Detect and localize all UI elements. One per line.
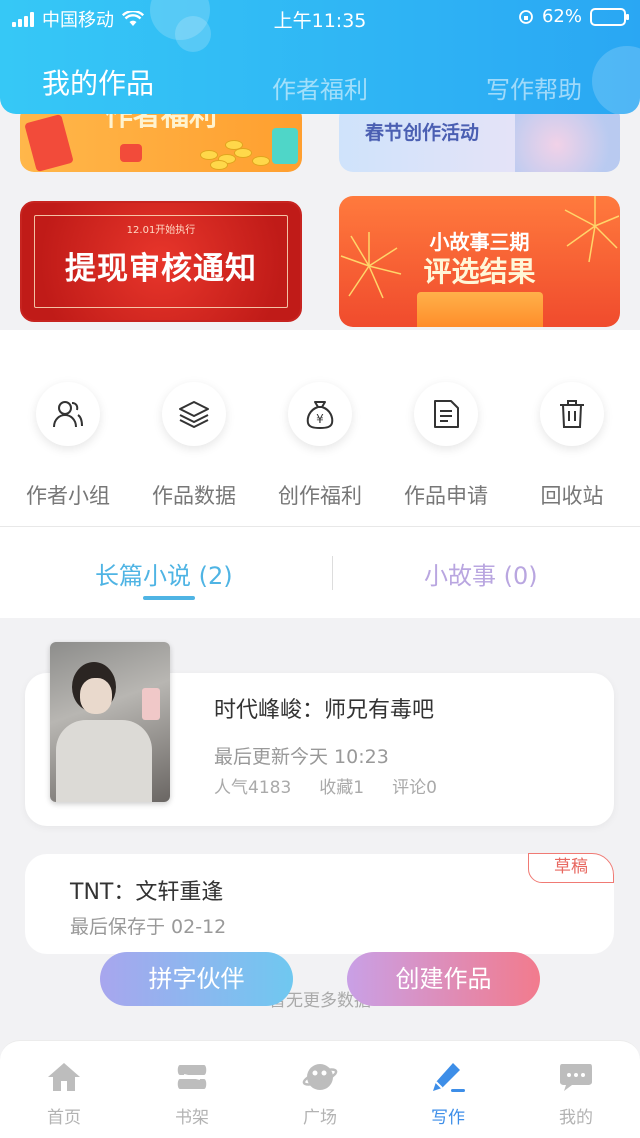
nav-write[interactable]: 写作 xyxy=(384,1057,512,1128)
trash-icon xyxy=(560,400,584,428)
battery-icon xyxy=(590,7,629,26)
group-icon xyxy=(53,401,83,428)
banner-selection-result[interactable]: 小故事三期 评选结果 xyxy=(339,196,620,327)
action-author-group[interactable]: 作者小组 xyxy=(8,382,128,510)
tab-author-welfare[interactable]: 作者福利 xyxy=(272,70,368,105)
action-label: 作品申请 xyxy=(404,484,488,508)
book-popularity: 人气4183 xyxy=(214,778,292,798)
book-favorites: 收藏1 xyxy=(319,778,365,798)
banner-author-welfare[interactable]: 作者福利 xyxy=(20,104,302,172)
draft-title[interactable]: TNT：文轩重逢 xyxy=(70,874,223,906)
action-recycle-bin[interactable]: 回收站 xyxy=(512,382,632,510)
bookshelf-icon xyxy=(177,1065,207,1089)
nav-mine[interactable]: 我的 xyxy=(512,1057,640,1128)
stage-graphic xyxy=(417,292,543,327)
top-tab-bar: 我的作品 作者福利 写作帮助 xyxy=(0,60,640,106)
action-label: 作者小组 xyxy=(26,484,110,508)
draft-badge: 草稿 xyxy=(528,853,614,883)
draft-saved-time: 最后保存于 02-12 xyxy=(70,916,227,938)
top-header: 中国移动 上午11:35 62% 我的作品 作者福利 写作帮助 xyxy=(0,0,640,114)
no-more-data-text: 暂无更多数据 xyxy=(269,991,371,1011)
divider xyxy=(0,526,640,527)
banner-spring-activity[interactable]: 春节创作活动 xyxy=(339,104,620,172)
document-icon xyxy=(434,400,459,428)
content-panel: 作者小组 作品数据 ¥ 创作福利 作品申请 回收站 长篇小说 (2) 小故事 (… xyxy=(0,330,640,618)
action-label: 作品数据 xyxy=(152,484,236,508)
word-partner-button[interactable]: 拼字伙伴 xyxy=(100,952,293,1006)
cover-figure-body xyxy=(56,720,152,802)
action-icon-wrapper xyxy=(414,382,478,446)
banner-selection-title: 评选结果 xyxy=(423,255,536,288)
status-bar: 中国移动 上午11:35 62% xyxy=(0,0,640,36)
tab-writing-help[interactable]: 写作帮助 xyxy=(486,70,582,105)
tab-long-novel[interactable]: 长篇小说 (2) xyxy=(95,556,233,591)
banner-withdraw-date: 12.01开始执行 xyxy=(126,225,196,236)
action-icon-wrapper xyxy=(36,382,100,446)
action-creation-welfare[interactable]: ¥ 创作福利 xyxy=(260,382,380,510)
quick-action-row: 作者小组 作品数据 ¥ 创作福利 作品申请 回收站 xyxy=(0,382,640,508)
layers-icon xyxy=(179,401,209,428)
money-bag-icon: ¥ xyxy=(306,401,334,430)
tab-my-works[interactable]: 我的作品 xyxy=(42,62,154,102)
nav-label: 广场 xyxy=(303,1108,337,1128)
book-cover-image[interactable] xyxy=(50,642,170,802)
gift-box-graphic xyxy=(272,128,298,164)
nav-label: 书架 xyxy=(175,1108,209,1128)
banner-withdraw-notice[interactable]: 12.01开始执行 提现审核通知 xyxy=(20,201,302,322)
rotation-lock-icon xyxy=(519,9,533,24)
action-icon-wrapper: ¥ xyxy=(288,382,352,446)
action-label: 创作福利 xyxy=(278,484,362,508)
cover-phone xyxy=(142,688,160,720)
banner-spring-activity-title: 春节创作活动 xyxy=(365,122,480,144)
action-work-application[interactable]: 作品申请 xyxy=(386,382,506,510)
svg-text:¥: ¥ xyxy=(316,412,324,426)
book-comments: 评论0 xyxy=(392,778,437,798)
tab-separator xyxy=(332,556,333,590)
book-title[interactable]: 时代峰峻：师兄有毒吧 xyxy=(214,692,434,724)
action-work-data[interactable]: 作品数据 xyxy=(134,382,254,510)
planet-icon xyxy=(302,1064,338,1090)
coin-graphic xyxy=(210,160,228,170)
cover-figure-face xyxy=(80,678,112,714)
coin-graphic xyxy=(200,150,218,160)
red-packet-graphic xyxy=(120,144,142,162)
bottom-nav: 首页 书架 广场 写作 我的 xyxy=(0,1040,640,1138)
nav-label: 我的 xyxy=(559,1108,593,1128)
create-work-button[interactable]: 创建作品 xyxy=(347,952,540,1006)
coin-graphic xyxy=(252,156,270,166)
action-label: 回收站 xyxy=(540,484,604,508)
illustration-graphic xyxy=(515,104,620,172)
nav-label: 写作 xyxy=(431,1108,465,1128)
book-stats: 人气4183 收藏1 评论0 xyxy=(214,773,437,798)
pen-icon xyxy=(433,1063,465,1092)
nav-label: 首页 xyxy=(47,1108,81,1128)
nav-home[interactable]: 首页 xyxy=(0,1057,128,1128)
banner-withdraw-title: 提现审核通知 xyxy=(65,251,257,287)
nav-bookshelf[interactable]: 书架 xyxy=(128,1057,256,1128)
home-icon xyxy=(48,1063,80,1091)
coin-graphic xyxy=(225,140,243,150)
active-tab-indicator xyxy=(143,596,195,600)
action-icon-wrapper xyxy=(162,382,226,446)
book-updated-time: 最后更新今天 10:23 xyxy=(214,746,389,768)
action-icon-wrapper xyxy=(540,382,604,446)
chat-icon xyxy=(560,1064,592,1091)
tab-short-story[interactable]: 小故事 (0) xyxy=(424,556,538,591)
battery-percent: 62% xyxy=(541,6,582,27)
nav-square[interactable]: 广场 xyxy=(256,1057,384,1128)
